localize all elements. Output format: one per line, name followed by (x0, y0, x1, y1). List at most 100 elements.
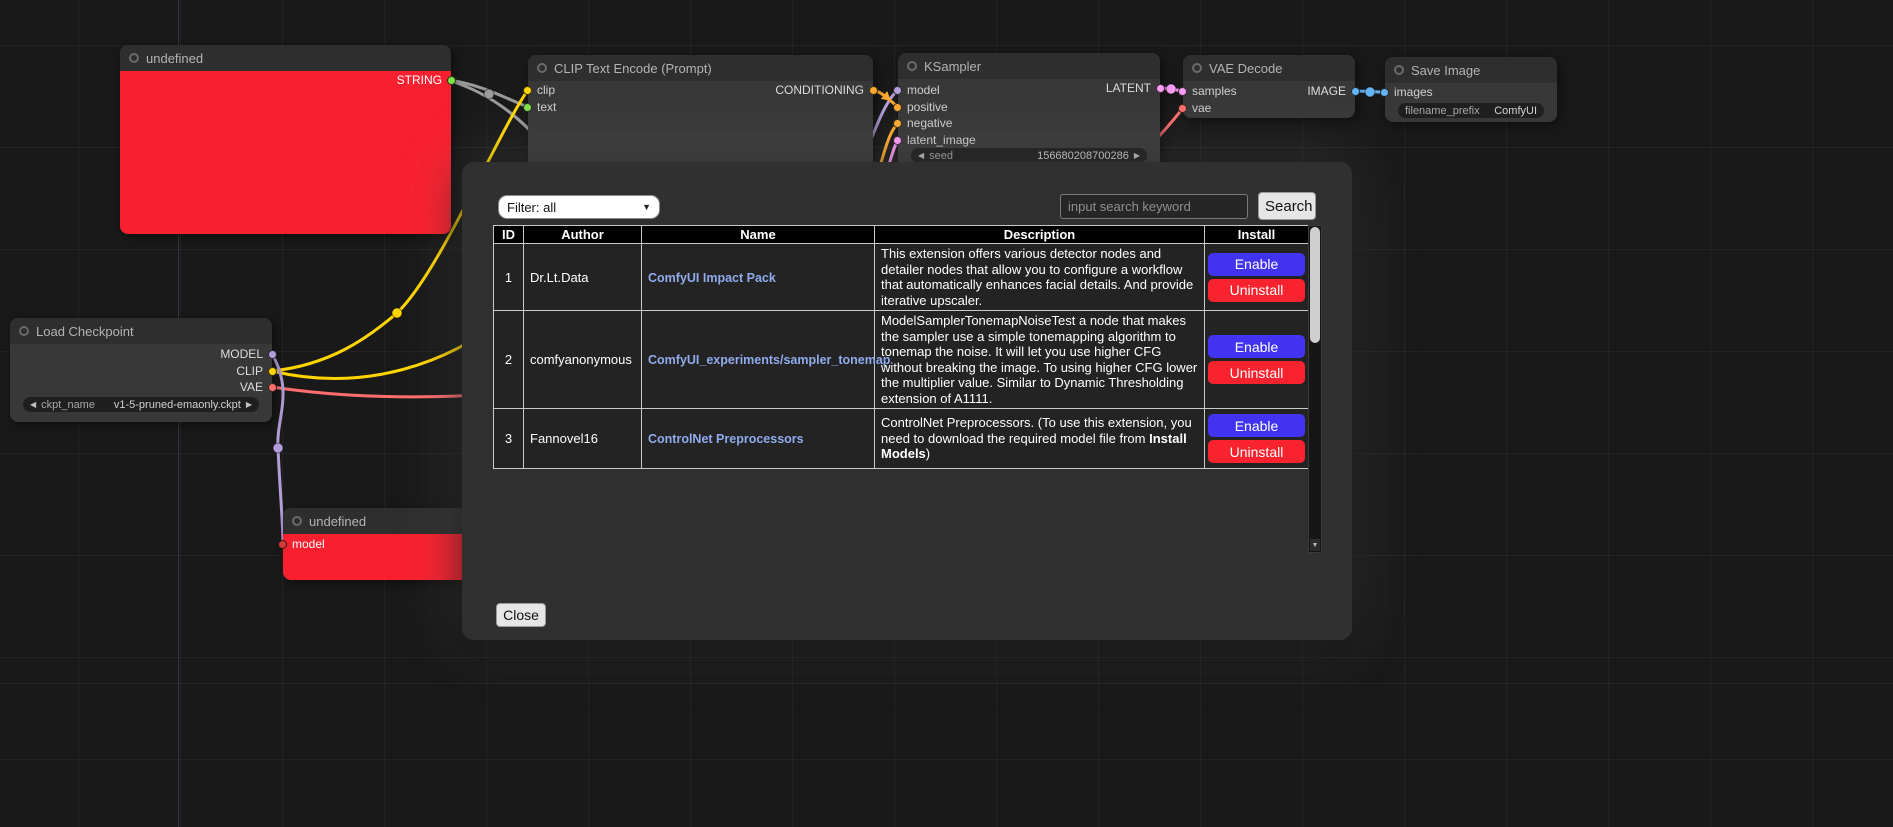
input-slot-text[interactable]: text (523, 100, 556, 114)
conditioning-slot-dot-icon[interactable] (869, 86, 878, 95)
conditioning-slot-dot-icon[interactable] (893, 103, 902, 112)
input-slot-samples[interactable]: samples (1178, 84, 1237, 98)
collapse-dot-icon[interactable] (1394, 65, 1404, 75)
input-slot-negative[interactable]: negative (893, 116, 952, 130)
output-slot-clip[interactable]: CLIP (236, 364, 277, 378)
scrollbar-track[interactable]: ▼ (1308, 225, 1322, 553)
output-slot-image[interactable]: IMAGE (1307, 84, 1360, 98)
node-title-bar[interactable]: VAE Decode (1183, 55, 1355, 81)
slot-label: IMAGE (1307, 84, 1346, 98)
slot-label: negative (907, 116, 952, 130)
vae-slot-dot-icon[interactable] (1178, 104, 1187, 113)
clip-slot-dot-icon[interactable] (268, 367, 277, 376)
latent-slot-dot-icon[interactable] (1156, 84, 1165, 93)
latent-slot-dot-icon[interactable] (893, 136, 902, 145)
slot-label: positive (907, 100, 948, 114)
model-slot-dot-icon[interactable] (893, 86, 902, 95)
input-slot-model[interactable]: model (278, 537, 325, 551)
extension-description: This extension offers various detector n… (875, 244, 1205, 311)
image-slot-dot-icon[interactable] (1351, 87, 1360, 96)
collapse-dot-icon[interactable] (292, 516, 302, 526)
input-slot-positive[interactable]: positive (893, 100, 948, 114)
increment-arrow-icon[interactable]: ▶ (246, 401, 252, 409)
image-slot-dot-icon[interactable] (1380, 88, 1389, 97)
uninstall-button[interactable]: Uninstall (1208, 279, 1305, 302)
widget-label: ckpt_name (41, 399, 95, 411)
input-slot-model[interactable]: model (893, 83, 940, 97)
node-title-bar[interactable]: undefined (120, 45, 451, 71)
filter-select[interactable]: Filter: all ▼ (498, 195, 660, 219)
extension-description: ControlNet Preprocessors. (To use this e… (875, 409, 1205, 469)
node-title-bar[interactable]: Save Image (1385, 57, 1557, 83)
widget-value: 156680208700286 (1037, 150, 1129, 162)
node-title-bar[interactable]: CLIP Text Encode (Prompt) (528, 55, 873, 81)
extension-row: 3Fannovel16 ControlNet Preprocessors Contr… (494, 409, 1309, 469)
scrollbar-down-button[interactable]: ▼ (1310, 539, 1320, 551)
latent-slot-dot-icon[interactable] (1178, 87, 1187, 96)
filename-prefix-widget[interactable]: filename_prefix ComfyUI (1398, 103, 1544, 118)
conditioning-slot-dot-icon[interactable] (893, 119, 902, 128)
extension-author: Fannovel16 (524, 409, 642, 469)
description-text: This extension offers various detector n… (881, 246, 1193, 308)
slot-label: CONDITIONING (775, 83, 864, 97)
search-input[interactable] (1060, 194, 1248, 219)
node-title-bar[interactable]: KSampler (898, 53, 1160, 79)
table-header-row: ID Author Name Description Install (494, 226, 1309, 244)
slot-label: LATENT (1106, 81, 1151, 95)
decrement-arrow-icon[interactable]: ◀ (918, 152, 924, 160)
header-description: Description (875, 226, 1205, 244)
extension-id: 3 (494, 409, 524, 469)
decrement-arrow-icon[interactable]: ◀ (30, 401, 36, 409)
output-slot-vae[interactable]: VAE (240, 380, 277, 394)
string-slot-dot-icon[interactable] (447, 76, 456, 85)
output-slot-conditioning[interactable]: CONDITIONING (775, 83, 878, 97)
enable-button[interactable]: Enable (1208, 414, 1305, 437)
search-button[interactable]: Search (1258, 192, 1316, 220)
input-slot-clip[interactable]: clip (523, 83, 555, 97)
close-button[interactable]: Close (496, 603, 546, 627)
input-slot-latent-image[interactable]: latent_image (893, 133, 976, 147)
collapse-dot-icon[interactable] (129, 53, 139, 63)
seed-widget[interactable]: ◀ seed 156680208700286 ▶ (911, 148, 1147, 163)
extensions-table: ID Author Name Description Install 1Dr.L… (493, 225, 1309, 469)
canvas-axis-horizontal (0, 683, 1893, 684)
slot-label: images (1394, 85, 1433, 99)
extension-author: Dr.Lt.Data (524, 244, 642, 311)
node-undefined-string[interactable]: undefined STRING (120, 45, 451, 234)
model-slot-dot-icon[interactable] (278, 540, 287, 549)
uninstall-button[interactable]: Uninstall (1208, 440, 1305, 463)
increment-arrow-icon[interactable]: ▶ (1134, 152, 1140, 160)
node-title-bar[interactable]: Load Checkpoint (10, 318, 272, 344)
extension-name-cell: ComfyUI Impact Pack (642, 244, 875, 311)
collapse-dot-icon[interactable] (907, 61, 917, 71)
extension-row: 1Dr.Lt.DataComfyUI Impact PackThis exten… (494, 244, 1309, 311)
input-slot-vae[interactable]: vae (1178, 101, 1211, 115)
node-vae-decode[interactable]: VAE Decode samples vae IMAGE (1183, 55, 1355, 118)
comfyui-canvas[interactable]: { "icons": { "left_arrow": "◀", "right_a… (0, 0, 1893, 827)
extension-link[interactable]: ControlNet Preprocessors (648, 432, 804, 446)
collapse-dot-icon[interactable] (19, 326, 29, 336)
clip-slot-dot-icon[interactable] (523, 86, 532, 95)
extension-install-cell: Enable Uninstall (1205, 244, 1309, 311)
slot-label: model (292, 537, 325, 551)
node-title: Save Image (1411, 63, 1480, 78)
vae-slot-dot-icon[interactable] (268, 383, 277, 392)
output-slot-latent[interactable]: LATENT (1106, 81, 1165, 95)
output-slot-string[interactable]: STRING (397, 73, 456, 87)
node-error-body (120, 71, 451, 234)
extension-link[interactable]: ComfyUI_experiments/sampler_tonemap (648, 353, 890, 367)
output-slot-model[interactable]: MODEL (220, 347, 277, 361)
scrollbar-thumb[interactable] (1310, 227, 1320, 343)
enable-button[interactable]: Enable (1208, 253, 1305, 276)
node-save-image[interactable]: Save Image images filename_prefix ComfyU… (1385, 57, 1557, 122)
enable-button[interactable]: Enable (1208, 335, 1305, 358)
model-slot-dot-icon[interactable] (268, 350, 277, 359)
collapse-dot-icon[interactable] (537, 63, 547, 73)
node-load-checkpoint[interactable]: Load Checkpoint MODEL CLIP VAE ◀ ckpt_na… (10, 318, 272, 422)
extension-link[interactable]: ComfyUI Impact Pack (648, 271, 776, 285)
input-slot-images[interactable]: images (1380, 85, 1433, 99)
string-slot-dot-icon[interactable] (523, 103, 532, 112)
uninstall-button[interactable]: Uninstall (1208, 361, 1305, 384)
ckpt-name-widget[interactable]: ◀ ckpt_name v1-5-pruned-emaonly.ckpt ▶ (23, 397, 259, 412)
collapse-dot-icon[interactable] (1192, 63, 1202, 73)
